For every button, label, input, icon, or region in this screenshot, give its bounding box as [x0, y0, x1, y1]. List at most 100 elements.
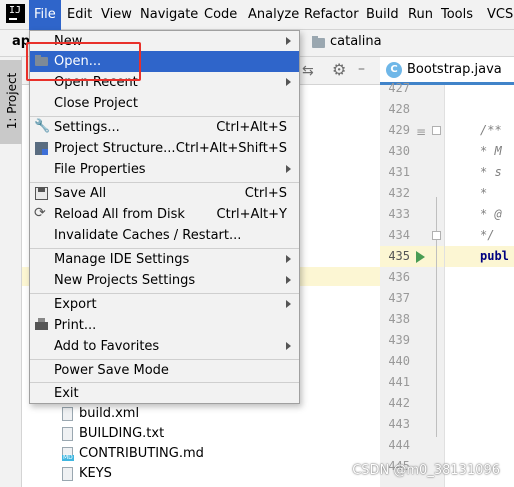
menu-bar: IJ File Edit View Navigate Code Analyze …: [0, 0, 514, 30]
line-number: 437: [388, 291, 410, 305]
submenu-arrow-icon: [286, 276, 291, 284]
java-class-icon: C: [386, 62, 402, 78]
line-number: 432: [388, 186, 410, 200]
text-file-icon: [62, 467, 73, 481]
project-structure-icon: [35, 142, 48, 155]
menu-code[interactable]: Code: [199, 0, 242, 30]
submenu-arrow-icon: [286, 78, 291, 86]
menu-item-label: Manage IDE Settings: [54, 252, 190, 267]
menu-item-shortcut: Ctrl+S: [244, 186, 287, 201]
menu-item-project-structure[interactable]: Project Structure... Ctrl+Alt+Shift+S: [30, 138, 299, 159]
menu-file[interactable]: File: [29, 0, 61, 30]
line-number: 430: [388, 144, 410, 158]
line-number: 433: [388, 207, 410, 221]
code-line: /**: [480, 123, 502, 137]
menu-item-reload-all[interactable]: ⟳ Reload All from Disk Ctrl+Alt+Y: [30, 204, 299, 225]
line-number: 442: [388, 396, 410, 410]
menu-refactor[interactable]: Refactor: [299, 0, 364, 30]
menu-analyze[interactable]: Analyze: [243, 0, 304, 30]
menu-item-settings[interactable]: 🔧 Settings... Ctrl+Alt+S: [30, 117, 299, 138]
markdown-file-icon: [62, 447, 74, 461]
menu-item-new[interactable]: New: [30, 31, 299, 52]
menu-item-label: New Projects Settings: [54, 273, 196, 288]
line-number: 444: [388, 438, 410, 452]
text-file-icon: [62, 427, 73, 441]
line-number: 434: [388, 228, 410, 242]
submenu-arrow-icon: [286, 165, 291, 173]
menu-item-label: Exit: [54, 386, 79, 401]
run-gutter-icon[interactable]: [416, 251, 425, 263]
gutter-divider: [444, 85, 445, 487]
menu-item-label: Open...: [54, 54, 102, 69]
gear-icon[interactable]: ⚙: [332, 60, 346, 79]
line-number: 431: [388, 165, 410, 179]
editor-tab-label: Bootstrap.java: [407, 62, 502, 77]
menu-item-print[interactable]: Print...: [30, 315, 299, 336]
menu-item-export[interactable]: Export: [30, 294, 299, 315]
menu-tools[interactable]: Tools: [436, 0, 478, 30]
menu-item-label: Print...: [54, 318, 97, 333]
menu-run[interactable]: Run: [403, 0, 438, 30]
xml-file-icon: [62, 407, 73, 421]
line-number: 440: [388, 354, 410, 368]
editor-area[interactable]: C Bootstrap.java 427 428 429 430 431 432…: [380, 57, 514, 487]
menu-item-label: Reload All from Disk: [54, 207, 185, 222]
tree-item-label: build.xml: [79, 406, 140, 421]
menu-item-label: File Properties: [54, 162, 146, 177]
project-tool-tab[interactable]: 1: Project: [0, 60, 22, 144]
menu-item-manage-ide-settings[interactable]: Manage IDE Settings: [30, 249, 299, 270]
line-number: 441: [388, 375, 410, 389]
code-line: *: [480, 186, 488, 200]
menu-item-label: Export: [54, 297, 97, 312]
menu-item-exit[interactable]: Exit: [30, 383, 299, 404]
menu-item-label: Settings...: [54, 120, 120, 135]
menu-item-new-projects-settings[interactable]: New Projects Settings: [30, 270, 299, 291]
wrench-icon: 🔧: [34, 119, 51, 134]
menu-navigate[interactable]: Navigate: [135, 0, 203, 30]
menu-view[interactable]: View: [96, 0, 137, 30]
folder-icon: [35, 55, 48, 66]
menu-item-label: Close Project: [54, 96, 139, 111]
folder-icon: [312, 36, 325, 48]
menu-item-label: Project Structure...: [54, 141, 176, 156]
line-number: 428: [388, 102, 410, 116]
submenu-arrow-icon: [286, 255, 291, 263]
line-number: 436: [388, 270, 410, 284]
breadcrumb-catalina[interactable]: catalina: [330, 34, 382, 49]
menu-item-label: Power Save Mode: [54, 363, 169, 378]
code-line: publ: [480, 249, 509, 263]
implementation-gutter-icon[interactable]: ≡: [416, 125, 426, 139]
menu-item-invalidate-caches[interactable]: Invalidate Caches / Restart...: [30, 225, 299, 246]
menu-item-shortcut: Ctrl+Alt+Shift+S: [175, 141, 287, 156]
line-number: 439: [388, 333, 410, 347]
menu-item-file-properties[interactable]: File Properties: [30, 159, 299, 180]
print-icon: [35, 318, 48, 330]
line-number: 427: [388, 81, 410, 95]
menu-item-open-recent[interactable]: Open Recent: [30, 72, 299, 93]
menu-item-open[interactable]: Open...: [30, 51, 299, 72]
menu-vcs[interactable]: VCS: [482, 0, 514, 30]
submenu-arrow-icon: [286, 37, 291, 45]
submenu-arrow-icon: [286, 342, 291, 350]
fold-marker-icon[interactable]: [432, 231, 441, 240]
hide-icon[interactable]: –: [358, 61, 365, 77]
tree-item-label: CONTRIBUTING.md: [79, 446, 204, 461]
menu-edit[interactable]: Edit: [62, 0, 97, 30]
code-line: * @: [480, 207, 502, 221]
menu-item-power-save-mode[interactable]: Power Save Mode: [30, 360, 299, 381]
intellij-logo-icon: IJ: [6, 4, 25, 23]
code-line: * M: [480, 144, 502, 158]
menu-item-add-to-favorites[interactable]: Add to Favorites: [30, 336, 299, 357]
line-number: 438: [388, 312, 410, 326]
collapse-all-icon[interactable]: ⇆: [302, 63, 314, 79]
tree-item-label: BUILDING.txt: [79, 426, 165, 441]
fold-marker-icon[interactable]: [432, 126, 441, 135]
menu-item-shortcut: Ctrl+Alt+Y: [216, 207, 287, 222]
file-menu-dropdown: New Open... Open Recent Close Project 🔧 …: [29, 30, 300, 404]
menu-item-save-all[interactable]: Save All Ctrl+S: [30, 183, 299, 204]
line-number: 429: [388, 123, 410, 137]
menu-item-close-project[interactable]: Close Project: [30, 93, 299, 114]
menu-build[interactable]: Build: [361, 0, 404, 30]
line-number-current: 435: [388, 249, 410, 263]
breadcrumb-project[interactable]: ap: [12, 34, 30, 49]
